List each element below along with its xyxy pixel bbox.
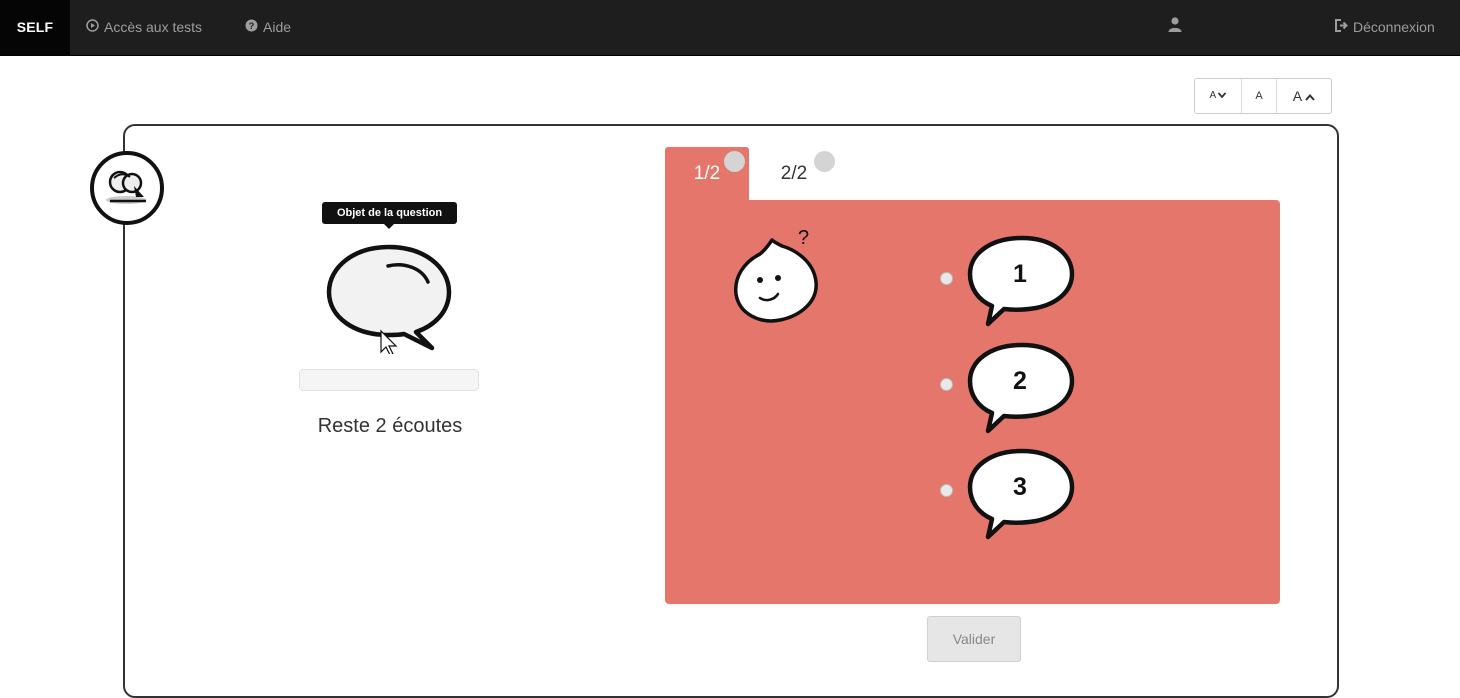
option-3-radio[interactable] — [940, 484, 953, 497]
font-increase-button[interactable]: A — [1276, 79, 1331, 113]
brand-logo[interactable]: SELF — [0, 0, 70, 55]
tab-1-status-indicator — [724, 151, 745, 172]
question-circle-icon: ? — [245, 0, 258, 55]
option-1-button[interactable]: 1 — [966, 234, 1076, 329]
top-navbar: SELF Accès aux tests ? Aide Déconnexion — [0, 0, 1460, 56]
remaining-listens-label: Reste 2 écoutes — [317, 415, 463, 437]
user-icon — [1168, 0, 1182, 55]
logout-link[interactable]: Déconnexion — [1334, 0, 1435, 55]
nav-help-label: Aide — [263, 19, 292, 35]
nav-help-link[interactable]: ? Aide — [245, 0, 291, 55]
listening-skill-badge — [90, 151, 164, 225]
chevron-down-icon — [1218, 90, 1227, 101]
option-1-radio[interactable] — [940, 272, 953, 285]
logout-icon — [1334, 0, 1348, 55]
play-audio-button[interactable] — [324, 242, 454, 356]
play-circle-icon — [86, 0, 99, 55]
speech-bubble-icon — [326, 244, 452, 356]
option-3-label: 3 — [1013, 473, 1027, 501]
font-reset-button[interactable]: A — [1241, 79, 1276, 113]
chevron-up-icon — [1305, 88, 1315, 104]
nav-tests-link[interactable]: Accès aux tests — [86, 0, 202, 55]
option-3-button[interactable]: 3 — [966, 447, 1076, 542]
option-2-radio[interactable] — [940, 378, 953, 391]
question-object-tooltip: Objet de la question — [322, 202, 457, 229]
tab-2-status-indicator — [814, 151, 835, 172]
option-2-label: 2 — [1013, 367, 1027, 395]
listen-progress-bar — [299, 369, 479, 391]
svg-text:?: ? — [249, 21, 255, 31]
svg-text:?: ? — [798, 227, 809, 249]
font-decrease-button[interactable]: A — [1195, 79, 1241, 113]
font-decrease-label: A — [1209, 90, 1216, 101]
option-2-button[interactable]: 2 — [966, 341, 1076, 436]
font-reset-label: A — [1255, 90, 1263, 102]
font-size-controls: A A A — [1194, 78, 1332, 114]
listening-people-icon — [106, 170, 146, 204]
option-1-label: 1 — [1013, 260, 1027, 288]
nav-tests-label: Accès aux tests — [104, 19, 203, 35]
logout-label: Déconnexion — [1353, 19, 1435, 35]
user-menu[interactable] — [1168, 0, 1187, 55]
submit-button[interactable]: Valider — [927, 616, 1021, 662]
font-increase-label: A — [1292, 88, 1302, 104]
thinking-face-icon: ? — [734, 227, 818, 323]
